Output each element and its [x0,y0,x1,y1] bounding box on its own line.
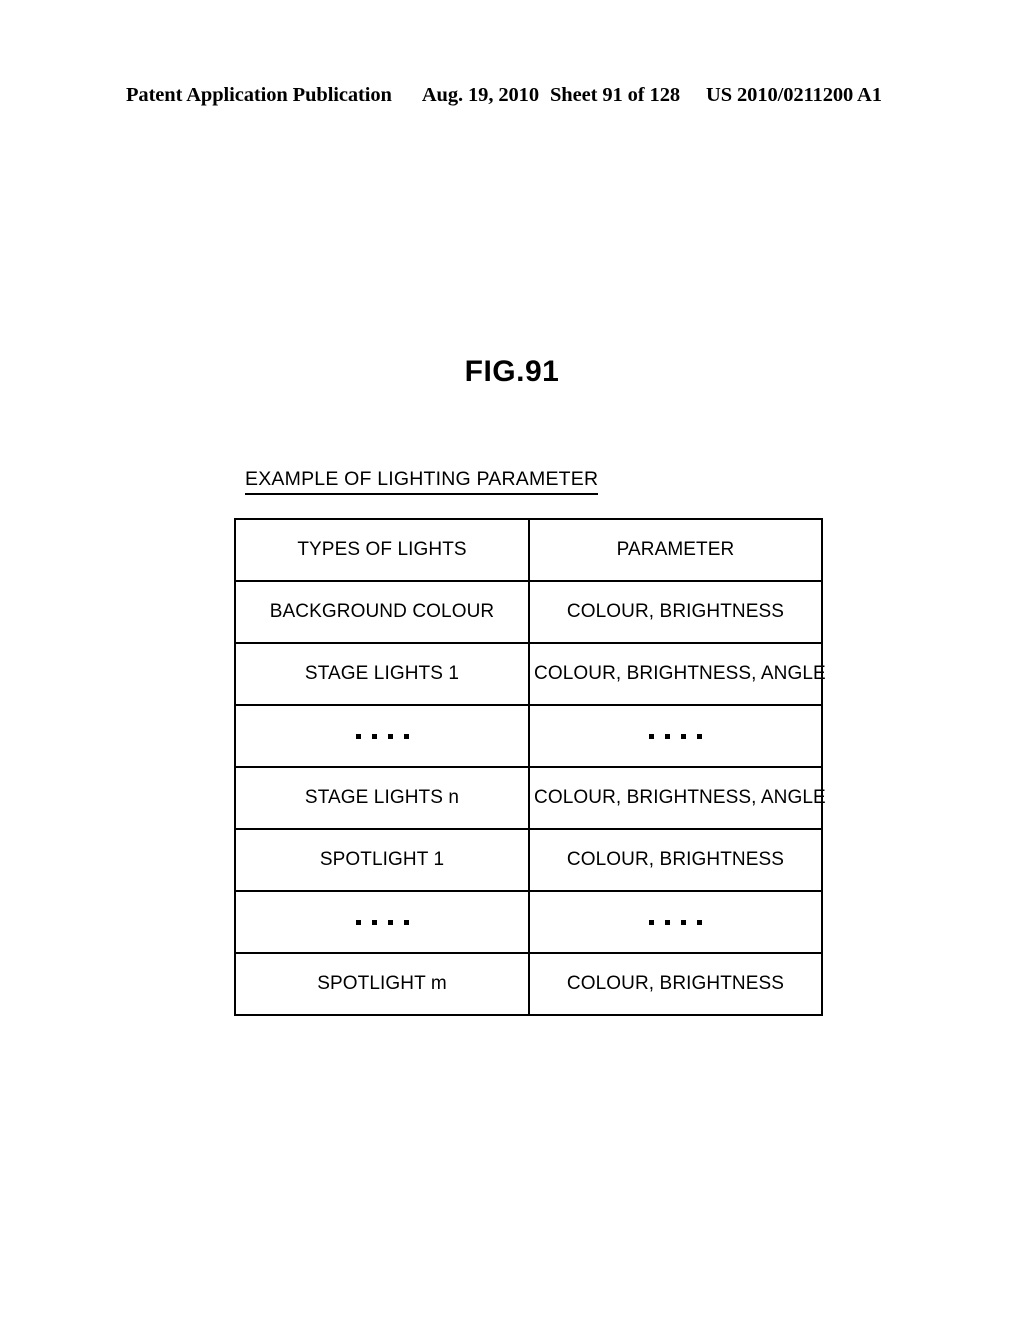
ellipsis-dots [649,892,702,952]
publication-label: Patent Application Publication [126,84,392,106]
table-body: TYPES OF LIGHTS PARAMETER BACKGROUND COL… [234,518,826,1016]
cell-parameter [528,890,823,954]
column-header-parameter: PARAMETER [528,518,823,582]
ellipsis-dot [665,919,670,925]
patent-number: US 2010/0211200 A1 [706,84,882,106]
cell-parameter: COLOUR, BRIGHTNESS, ANGLE [528,766,826,830]
table-row: STAGE LIGHTS n COLOUR, BRIGHTNESS, ANGLE [234,766,826,830]
cell-types-of-lights: SPOTLIGHT 1 [234,828,530,892]
table-header-row: TYPES OF LIGHTS PARAMETER [234,518,823,582]
ellipsis-dot [681,919,686,925]
cell-parameter: COLOUR, BRIGHTNESS [528,952,823,1016]
ellipsis-dot [371,733,377,739]
ellipsis-dot [403,733,409,739]
table-row [234,890,823,954]
cell-parameter [528,704,823,768]
cell-types-of-lights [234,890,530,954]
lighting-parameter-table: TYPES OF LIGHTS PARAMETER BACKGROUND COL… [234,518,826,1016]
ellipsis-dot [697,733,702,739]
table-row: SPOTLIGHT m COLOUR, BRIGHTNESS [234,952,823,1016]
figure-label: FIG.91 [464,355,560,388]
cell-parameter: COLOUR, BRIGHTNESS, ANGLE [528,642,826,706]
publication-date: Aug. 19, 2010 [421,84,539,106]
column-header-types-of-lights: TYPES OF LIGHTS [234,518,530,582]
table-row: SPOTLIGHT 1 COLOUR, BRIGHTNESS [234,828,823,892]
ellipsis-dot [387,919,393,925]
cell-parameter: COLOUR, BRIGHTNESS [528,580,823,644]
ellipsis-dot [681,733,686,739]
cell-types-of-lights: SPOTLIGHT m [234,952,530,1016]
ellipsis-dot [649,733,654,739]
cell-types-of-lights: STAGE LIGHTS 1 [234,642,530,706]
cell-parameter: COLOUR, BRIGHTNESS [528,828,823,892]
page-header: Patent Application Publication Aug. 19, … [126,84,898,107]
ellipsis-dots [355,706,409,766]
ellipsis-dot [371,919,377,925]
table-caption: EXAMPLE OF LIGHTING PARAMETER [245,468,599,495]
cell-types-of-lights [234,704,530,768]
ellipsis-dot [697,919,702,925]
table-row: STAGE LIGHTS 1 COLOUR, BRIGHTNESS, ANGLE [234,642,826,706]
ellipsis-dots [649,706,702,766]
ellipsis-dots [355,892,409,952]
table-row [234,704,823,768]
sheet-number: Sheet 91 of 128 [549,84,680,106]
cell-types-of-lights: BACKGROUND COLOUR [234,580,530,644]
cell-types-of-lights: STAGE LIGHTS n [234,766,530,830]
ellipsis-dot [665,733,670,739]
table-row: BACKGROUND COLOUR COLOUR, BRIGHTNESS [234,580,823,644]
ellipsis-dot [355,919,361,925]
ellipsis-dot [403,919,409,925]
ellipsis-dot [355,733,361,739]
ellipsis-dot [387,733,393,739]
ellipsis-dot [649,919,654,925]
